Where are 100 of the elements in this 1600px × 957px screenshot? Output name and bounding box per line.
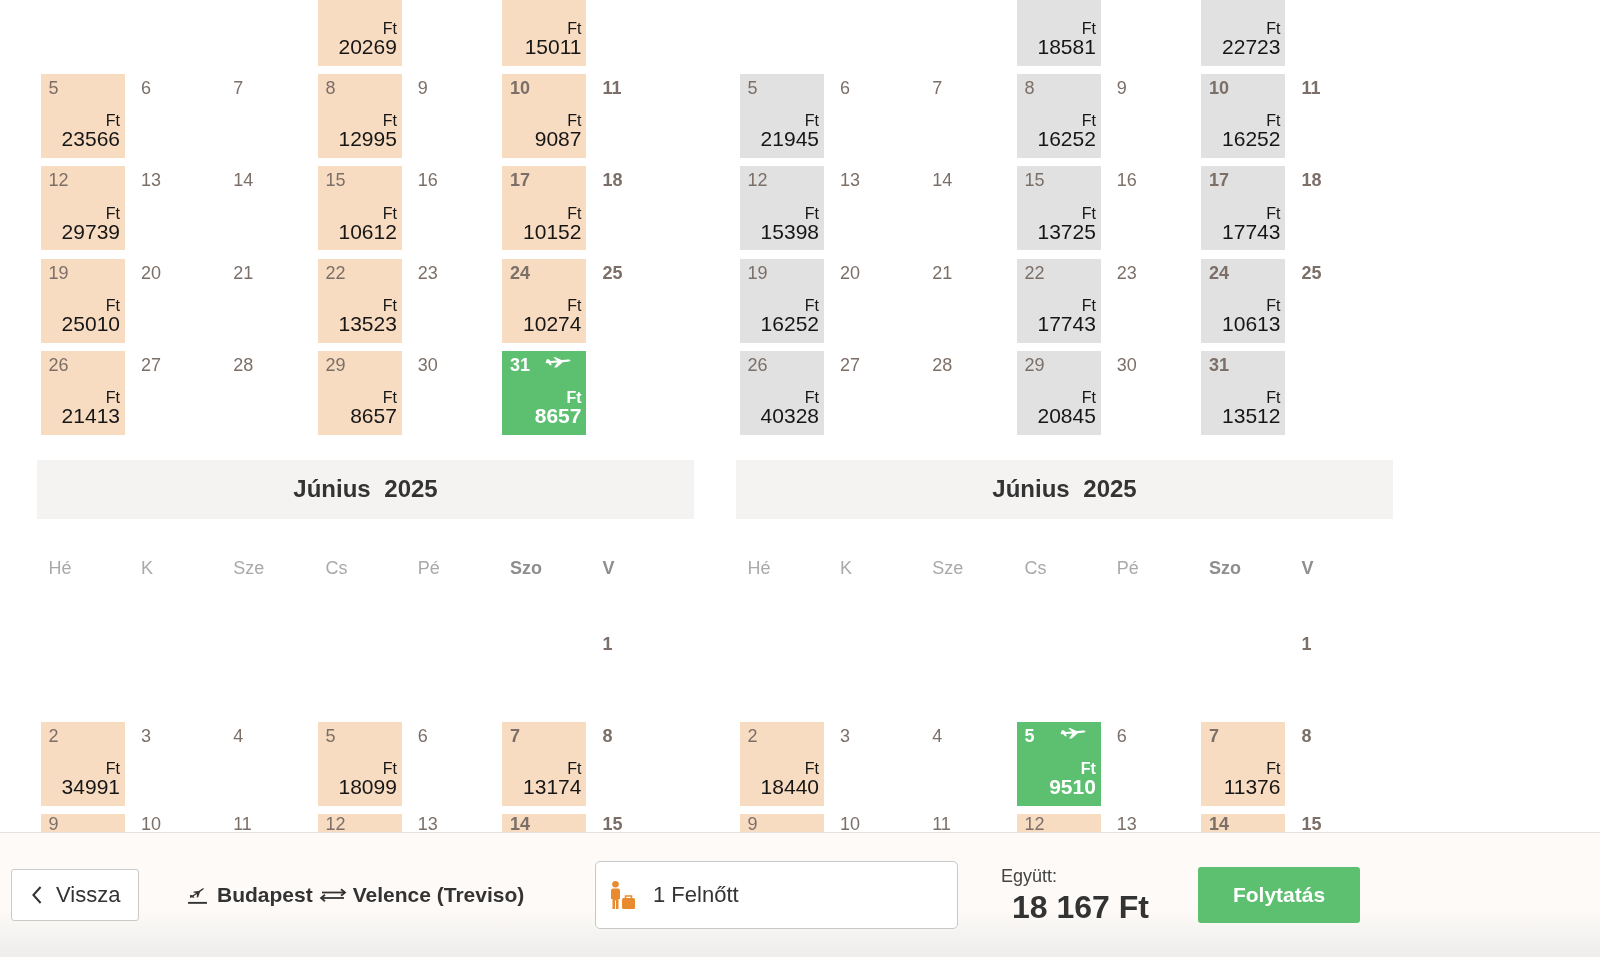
day-tile[interactable]: Ft 15011 — [502, 0, 587, 66]
day-number: 28 — [233, 356, 255, 375]
weekday-label: Hé — [48, 556, 72, 579]
route-destination: Velence (Treviso) — [352, 882, 525, 908]
month-title: Június 2025 — [992, 475, 1137, 504]
day-number: 3 — [839, 726, 851, 745]
day-number: 10 — [140, 817, 162, 832]
day-number: 13 — [140, 171, 162, 190]
weekday-label: K — [140, 556, 153, 579]
swap-arrows-icon — [318, 888, 347, 902]
day-number: 21 — [932, 263, 954, 282]
weekday-label: Pé — [417, 556, 440, 579]
day-tile[interactable]: Ft 20269 — [317, 0, 402, 66]
day-tile[interactable]: 29 Ft 8657 — [317, 351, 402, 436]
day-tile[interactable]: 26 Ft 21413 — [41, 351, 125, 436]
weekday-label: Szo — [1209, 556, 1242, 579]
day-number: 7 — [233, 79, 245, 97]
back-button[interactable]: Vissza — [11, 869, 139, 921]
weekday-label: K — [839, 556, 852, 579]
day-number: 15 — [602, 817, 624, 832]
day-number: 25 — [602, 263, 624, 282]
day-number: 4 — [932, 726, 944, 745]
day-tile[interactable]: 5 Ft 23566 — [41, 74, 125, 158]
day-tile[interactable]: 9 — [740, 814, 824, 832]
day-tile[interactable]: 5 Ft 18099 — [317, 721, 402, 806]
day-number: 11 — [932, 817, 952, 832]
day-number: 3 — [140, 726, 152, 745]
day-number: 23 — [417, 263, 439, 282]
day-number: 14 — [932, 171, 954, 190]
weekday-label: V — [1301, 556, 1314, 579]
day-tile[interactable]: 14 — [1201, 814, 1286, 832]
day-tile[interactable]: 2 Ft 34991 — [41, 721, 125, 806]
day-number: 27 — [839, 356, 861, 375]
plane-icon — [545, 357, 572, 369]
day-number: 6 — [140, 79, 152, 97]
traveler-icon — [608, 881, 635, 909]
day-number: 16 — [417, 171, 439, 190]
day-number: 20 — [140, 263, 162, 282]
day-number: 21 — [233, 263, 255, 282]
day-number: 1 — [1301, 634, 1313, 653]
day-number: 6 — [1116, 726, 1128, 745]
day-tile[interactable]: 24 Ft 10274 — [502, 258, 587, 343]
plane-takeoff-icon — [188, 886, 207, 904]
day-tile[interactable]: 12 — [317, 814, 402, 832]
weekday-label: V — [602, 556, 615, 579]
day-tile[interactable]: 14 — [502, 814, 587, 832]
plane-icon — [1059, 727, 1086, 739]
total-price: 18 167 Ft — [1012, 889, 1149, 925]
day-number: 23 — [1116, 263, 1138, 282]
day-number: 11 — [602, 79, 623, 97]
chevron-left-icon — [32, 886, 42, 904]
day-number: 1 — [602, 634, 614, 653]
day-number: 16 — [1116, 171, 1138, 190]
day-number: 8 — [602, 726, 614, 745]
day-tile[interactable]: 22 Ft 13523 — [317, 258, 402, 343]
day-tile[interactable]: 15 Ft 10612 — [317, 166, 402, 251]
day-number: 13 — [839, 171, 861, 190]
day-tile[interactable]: 12 Ft 29739 — [41, 166, 125, 251]
month-title: Június 2025 — [293, 475, 438, 504]
day-number: 15 — [1301, 817, 1323, 832]
weekday-label: Szo — [510, 556, 543, 579]
weekday-label: Cs — [1024, 556, 1047, 579]
day-tile[interactable]: 7 Ft 11376 — [1201, 721, 1286, 806]
day-tile[interactable]: 9 — [41, 814, 125, 832]
day-number: 13 — [1116, 817, 1138, 832]
day-tile[interactable]: 7 Ft 13174 — [502, 721, 587, 806]
weekday-label: Sze — [932, 556, 964, 579]
weekday-label: Hé — [747, 556, 771, 579]
weekday-label: Sze — [233, 556, 265, 579]
weekday-label: Cs — [325, 556, 348, 579]
day-number: 20 — [839, 263, 861, 282]
day-number: 25 — [1301, 263, 1323, 282]
passenger-field[interactable]: 1 Felnőtt — [595, 861, 958, 929]
day-number: 11 — [233, 817, 253, 832]
day-number: 9 — [1116, 79, 1128, 97]
day-number: 9 — [417, 79, 429, 97]
day-number: 14 — [233, 171, 255, 190]
day-tile[interactable]: 19 Ft 25010 — [41, 258, 125, 343]
day-tile[interactable]: 12 — [1016, 814, 1101, 832]
day-number: 8 — [1301, 726, 1313, 745]
route-origin: Budapest — [217, 882, 313, 908]
day-number: 18 — [602, 171, 624, 190]
day-number: 4 — [233, 726, 245, 745]
day-number: 27 — [140, 356, 162, 375]
day-tile[interactable]: 2 Ft 18440 — [740, 721, 824, 806]
day-number: 30 — [1116, 356, 1138, 375]
day-tile[interactable]: 17 Ft 10152 — [502, 166, 587, 251]
total-label: Együtt: — [1001, 865, 1058, 887]
day-number: 30 — [417, 356, 439, 375]
day-number: 7 — [932, 79, 944, 97]
day-number: 13 — [417, 817, 439, 832]
day-number: 10 — [839, 817, 861, 832]
day-number: 6 — [839, 79, 851, 97]
day-number: 28 — [932, 356, 954, 375]
day-tile[interactable]: 8 Ft 12995 — [317, 74, 402, 158]
day-number: 11 — [1301, 79, 1322, 97]
day-tile[interactable]: 10 Ft 9087 — [502, 74, 587, 158]
day-number: 18 — [1301, 171, 1323, 190]
weekday-label: Pé — [1116, 556, 1139, 579]
day-number: 6 — [417, 726, 429, 745]
